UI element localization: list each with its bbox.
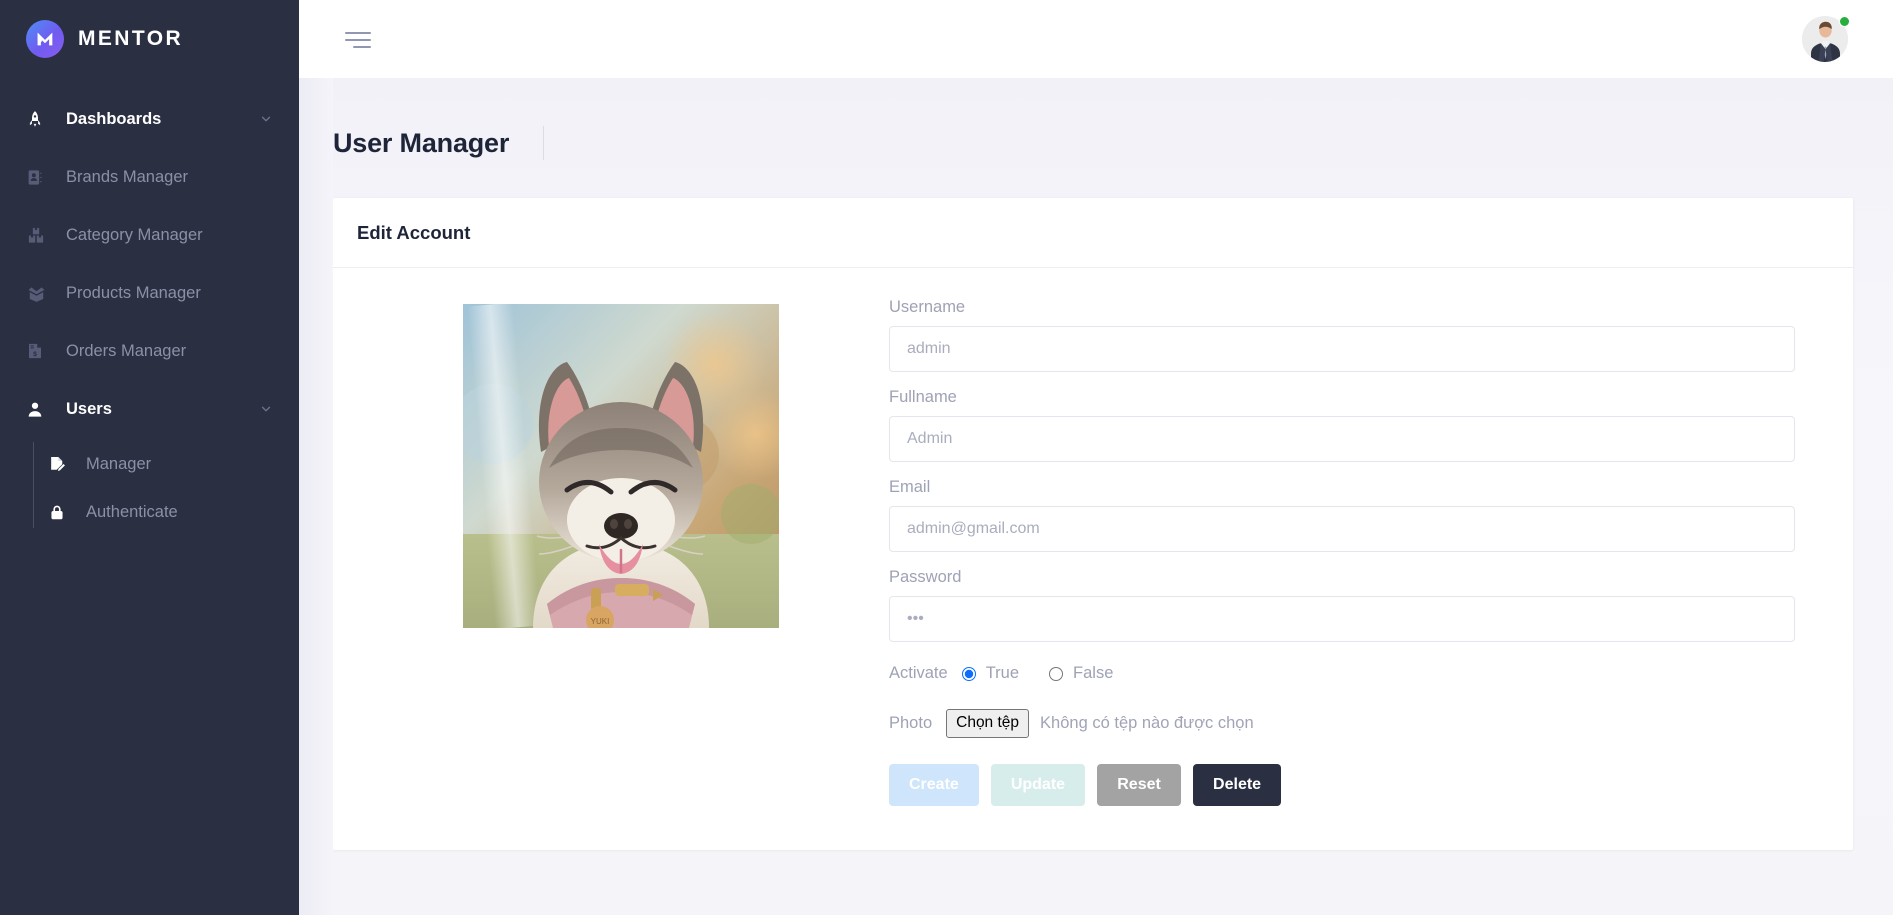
rocket-icon — [26, 109, 52, 129]
topbar — [299, 0, 1893, 78]
field-label: Fullname — [889, 388, 957, 406]
fullname-input[interactable] — [889, 416, 1795, 462]
page-content: User Manager Edit Account YUKI Username … — [299, 78, 1893, 915]
chevron-down-icon[interactable] — [259, 402, 273, 416]
radio-true-input[interactable] — [961, 666, 976, 681]
field-label: Email — [889, 478, 931, 496]
sidebar-item-users[interactable]: Users — [0, 380, 299, 438]
email-input[interactable] — [889, 506, 1795, 552]
edit-account-card: Edit Account YUKI Username admin Fullnam… — [333, 198, 1853, 850]
sidebar-subitem-label: Manager — [86, 454, 152, 473]
sidebar-subitem-authenticate[interactable]: Authenticate — [42, 488, 299, 536]
lock-icon — [42, 503, 72, 522]
sidebar-item-category-manager[interactable]: Category Manager — [0, 206, 299, 264]
sidebar-item-label: Dashboards — [66, 109, 162, 128]
sidebar-item-dashboards[interactable]: Dashboards — [0, 90, 299, 148]
activate-row: Activate True False — [889, 664, 1795, 683]
brand-logo-area[interactable]: MENTOR — [0, 0, 299, 78]
field-fullname: Fullname — [889, 388, 1795, 462]
form-actions: Create Update Reset Delete — [889, 763, 1795, 806]
radio-true-label[interactable]: True — [986, 664, 1019, 683]
sidebar-item-label: Orders Manager — [66, 341, 187, 360]
page-title-divider — [543, 126, 545, 160]
sidebar-item-orders-manager[interactable]: $ Orders Manager — [0, 322, 299, 380]
field-label: Username — [889, 298, 966, 316]
sidebar-submenu-users: Manager Authenticate — [0, 440, 299, 536]
sidebar-nav: Dashboards Brands Manager Category Manag… — [0, 78, 299, 536]
user-icon — [26, 400, 52, 419]
photo-column: YUKI — [357, 298, 885, 806]
sidebar: MENTOR Dashboards Brands Manager Categor… — [0, 0, 299, 915]
hamburger-line — [345, 39, 371, 41]
activate-label: Activate — [889, 664, 948, 682]
boxes-icon — [26, 226, 52, 245]
hamburger-icon[interactable] — [341, 30, 371, 48]
field-password: Password — [889, 568, 1795, 642]
hamburger-line — [345, 32, 371, 34]
activate-radio-false[interactable]: False — [1049, 664, 1113, 683]
main-area: User Manager Edit Account YUKI Username … — [299, 0, 1893, 915]
brand-name: MENTOR — [78, 27, 184, 50]
svg-text:YUKI: YUKI — [591, 617, 610, 626]
field-email: Email — [889, 478, 1795, 552]
card-body: YUKI Username admin Fullname Admin Email… — [333, 268, 1853, 850]
invoice-icon: $ — [26, 341, 52, 361]
file-status-text: Không có tệp nào được chọn — [1040, 713, 1254, 732]
sidebar-subitem-manager[interactable]: Manager — [42, 440, 299, 488]
username-input[interactable] — [889, 326, 1795, 372]
radio-false-label[interactable]: False — [1073, 664, 1113, 683]
reset-button[interactable]: Reset — [1097, 763, 1182, 806]
sidebar-subitem-label: Authenticate — [86, 502, 178, 521]
status-badge — [1839, 16, 1850, 27]
card-header: Edit Account — [333, 198, 1853, 268]
photo-upload-row: Photo Chọn tệp Không có tệp nào được chọ… — [889, 709, 1795, 738]
account-form: Username Fullname Email Password — [885, 298, 1829, 806]
hamburger-line — [353, 46, 371, 48]
update-button[interactable]: Update — [990, 763, 1086, 806]
create-button[interactable]: Create — [889, 763, 979, 806]
svg-text:$: $ — [33, 351, 37, 358]
sidebar-item-label: Brands Manager — [66, 167, 188, 186]
photo-label: Photo — [889, 713, 933, 732]
field-username: Username — [889, 298, 1795, 372]
avatar[interactable] — [1802, 16, 1850, 62]
password-input[interactable] — [889, 596, 1795, 642]
open-box-icon — [26, 284, 52, 303]
page-title: User Manager — [333, 127, 510, 158]
app-root: MENTOR Dashboards Brands Manager Categor… — [0, 0, 1893, 915]
page-header: User Manager — [299, 78, 1893, 198]
choose-file-button[interactable]: Chọn tệp — [946, 709, 1030, 738]
delete-button[interactable]: Delete — [1193, 763, 1282, 806]
sidebar-item-products-manager[interactable]: Products Manager — [0, 264, 299, 322]
mentor-m-logo-icon — [26, 20, 64, 58]
smiling-dog-photo: YUKI — [463, 304, 779, 628]
chevron-down-icon[interactable] — [259, 112, 273, 126]
sidebar-item-label: Category Manager — [66, 225, 203, 244]
sidebar-item-brands-manager[interactable]: Brands Manager — [0, 148, 299, 206]
radio-false-input[interactable] — [1049, 666, 1064, 681]
field-label: Password — [889, 568, 962, 586]
sidebar-item-label: Users — [66, 399, 112, 418]
sidebar-item-label: Products Manager — [66, 283, 201, 302]
file-edit-icon — [42, 455, 72, 474]
card-title: Edit Account — [357, 222, 471, 243]
address-book-icon — [26, 168, 52, 187]
activate-radio-true[interactable]: True — [961, 664, 1019, 683]
